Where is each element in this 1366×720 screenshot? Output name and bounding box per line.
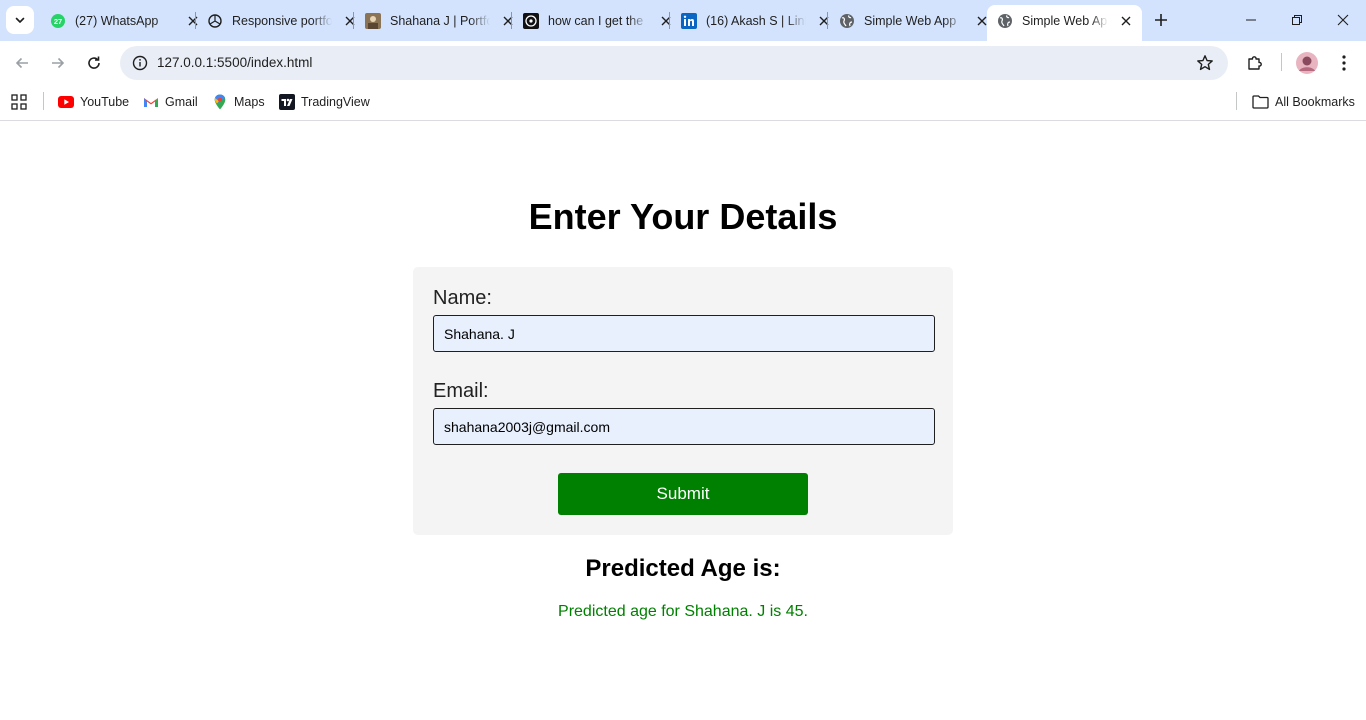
new-tab-button[interactable] <box>1150 9 1172 31</box>
minimize-button[interactable] <box>1228 0 1274 40</box>
profile-avatar[interactable] <box>1296 52 1318 74</box>
chatgpt-icon <box>207 13 223 29</box>
github-icon <box>523 12 539 29</box>
page-title: Enter Your Details <box>528 196 838 237</box>
result-text: Predicted age for Shahana. J is 45. <box>558 603 808 620</box>
tab-title: (16) Akash S | LinkedIn <box>706 13 806 28</box>
bookmark-tradingview[interactable]: TradingView <box>279 92 370 112</box>
bookmark-youtube[interactable]: YouTube <box>58 92 129 112</box>
tab-separator <box>827 12 828 29</box>
avatar-icon <box>1296 52 1318 74</box>
arrow-right-icon <box>52 57 65 69</box>
tab-question[interactable]: how can I get the <box>513 5 682 36</box>
more-vertical-icon <box>1342 55 1346 71</box>
email-label: Email: <box>433 380 489 402</box>
back-button[interactable] <box>8 49 36 77</box>
minimize-icon <box>1246 19 1256 21</box>
bookmark-label: Gmail <box>165 95 198 109</box>
address-bar[interactable]: 127.0.0.1:5500/index.html <box>120 46 1228 80</box>
browser-toolbar: 127.0.0.1:5500/index.html <box>0 41 1366 85</box>
page-content: Enter Your Details Name: Email: Submit P… <box>0 121 1366 720</box>
all-bookmarks-label: All Bookmarks <box>1275 95 1355 109</box>
tab-strip: 27 (27) WhatsApp Responsive portfolio Sh… <box>0 0 1366 41</box>
tab-title: Shahana J | Portfolio <box>390 13 490 28</box>
portfolio-thumbnail-icon <box>365 12 381 29</box>
tab-separator <box>195 12 196 29</box>
bookmark-maps[interactable]: Maps <box>212 92 265 112</box>
globe-icon <box>997 13 1013 29</box>
name-label: Name: <box>433 287 492 309</box>
svg-text:27: 27 <box>54 17 62 26</box>
restore-icon <box>1292 15 1302 25</box>
apps-grid-icon <box>11 94 27 110</box>
tab-responsive-portfolio[interactable]: Responsive portfolio <box>197 5 366 36</box>
tab-separator <box>669 12 670 29</box>
name-input[interactable] <box>433 315 935 352</box>
menu-button[interactable] <box>1332 51 1356 75</box>
url-text[interactable]: 127.0.0.1:5500/index.html <box>157 55 312 70</box>
details-form: Name: Email: Submit <box>413 267 953 535</box>
tab-title: (27) WhatsApp <box>75 13 159 28</box>
bookmarks-bar: YouTube Gmail Maps TradingView All Bookm… <box>0 85 1366 121</box>
gmail-icon <box>143 94 159 110</box>
reload-icon <box>88 56 100 69</box>
close-icon[interactable] <box>1118 13 1134 29</box>
star-icon[interactable] <box>1196 54 1214 72</box>
tab-title: Responsive portfolio <box>232 13 332 28</box>
maps-icon <box>212 94 228 110</box>
close-icon <box>1337 14 1349 26</box>
chevron-down-icon <box>15 17 25 23</box>
tab-title: Simple Web App <box>864 13 957 28</box>
tab-linkedin[interactable]: (16) Akash S | LinkedIn <box>671 5 840 36</box>
extensions-button[interactable] <box>1243 51 1267 75</box>
tab-separator <box>511 12 512 29</box>
tradingview-icon <box>279 94 295 110</box>
site-info-icon[interactable] <box>128 51 152 75</box>
bookmarks-divider <box>1236 92 1237 110</box>
tab-separator <box>353 12 354 29</box>
bookmark-label: Maps <box>234 95 265 109</box>
all-bookmarks-button[interactable]: All Bookmarks <box>1251 92 1355 112</box>
youtube-icon <box>58 94 74 110</box>
bookmark-label: YouTube <box>80 95 130 109</box>
tab-simple-web-app[interactable]: Simple Web App <box>829 5 998 36</box>
arrow-left-icon <box>15 57 28 69</box>
tab-shahana-portfolio[interactable]: Shahana J | Portfolio <box>355 5 524 36</box>
tab-title: how can I get the <box>548 13 644 28</box>
tab-simple-web-app-active[interactable]: Simple Web App <box>987 5 1142 41</box>
submit-button[interactable]: Submit <box>558 473 808 515</box>
close-window-button[interactable] <box>1320 0 1366 40</box>
whatsapp-icon: 27 <box>50 13 66 29</box>
email-input[interactable] <box>433 408 935 445</box>
globe-icon <box>839 13 855 29</box>
toolbar-divider <box>1281 53 1282 71</box>
bookmarks-divider <box>43 92 44 110</box>
folder-icon <box>1251 94 1269 110</box>
linkedin-icon <box>681 12 697 29</box>
tab-whatsapp[interactable]: 27 (27) WhatsApp <box>40 5 209 36</box>
result-heading: Predicted Age is: <box>585 555 781 582</box>
reload-button[interactable] <box>80 49 108 77</box>
restore-button[interactable] <box>1274 0 1320 40</box>
bookmark-label: TradingView <box>301 95 370 109</box>
puzzle-icon <box>1248 56 1262 70</box>
tab-title: Simple Web App <box>1022 13 1109 28</box>
apps-button[interactable] <box>11 92 27 112</box>
forward-button[interactable] <box>44 49 72 77</box>
tab-search-button[interactable] <box>6 6 34 34</box>
plus-icon <box>1155 14 1167 26</box>
bookmark-gmail[interactable]: Gmail <box>143 92 198 112</box>
